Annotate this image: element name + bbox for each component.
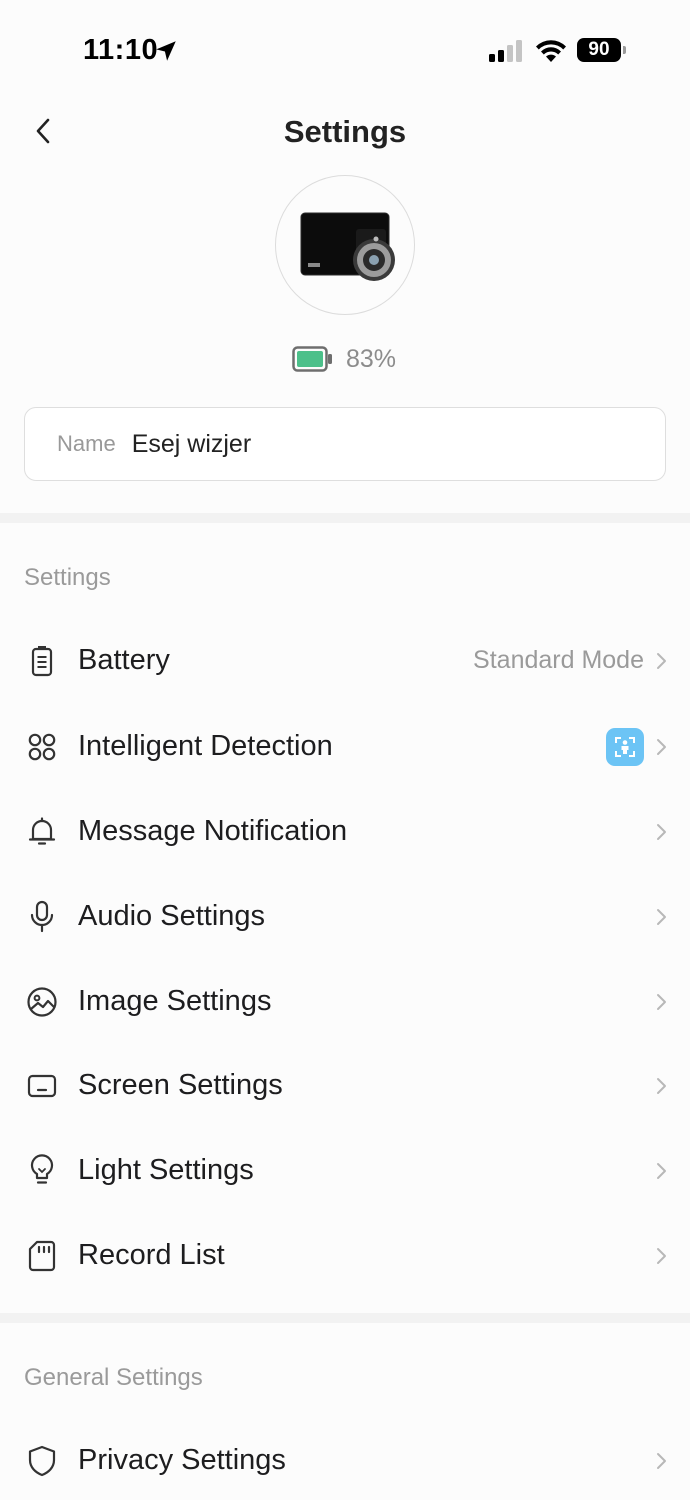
chevron-right-icon xyxy=(657,1247,666,1264)
name-value[interactable]: Esej wizjer xyxy=(132,430,251,459)
settings-row-message-notification[interactable]: Message Notification xyxy=(0,789,690,874)
image-icon xyxy=(26,986,58,1018)
name-field[interactable]: Name Esej wizjer xyxy=(24,407,666,481)
name-label: Name xyxy=(57,431,116,456)
row-label: Intelligent Detection xyxy=(78,730,333,762)
battery-icon xyxy=(26,645,58,677)
settings-row-image-settings[interactable]: Image Settings xyxy=(0,959,690,1044)
chevron-right-icon xyxy=(657,993,666,1010)
chevron-right-icon xyxy=(657,1452,666,1469)
status-time: 11:10 xyxy=(83,34,159,66)
row-label: Screen Settings xyxy=(78,1069,283,1101)
section-divider xyxy=(0,1313,690,1323)
settings-row-battery[interactable]: Battery Standard Mode xyxy=(0,618,690,703)
row-label: Record List xyxy=(78,1239,225,1271)
status-bar: 11:10 90 xyxy=(0,0,690,100)
chevron-right-icon xyxy=(657,823,666,840)
chevron-right-icon xyxy=(657,652,666,669)
cellular-signal-icon xyxy=(489,40,522,62)
sd-card-icon xyxy=(26,1240,58,1272)
screen-icon xyxy=(26,1070,58,1102)
lightbulb-icon xyxy=(26,1153,58,1187)
settings-row-light-settings[interactable]: Light Settings xyxy=(0,1128,690,1213)
chevron-right-icon xyxy=(657,1162,666,1179)
section-divider xyxy=(0,513,690,523)
wifi-icon xyxy=(536,40,566,62)
grid-icon xyxy=(26,731,58,763)
settings-row-privacy-settings[interactable]: Privacy Settings xyxy=(0,1418,690,1500)
battery-level-icon xyxy=(292,346,332,372)
row-label: Image Settings xyxy=(78,985,272,1017)
row-label: Message Notification xyxy=(78,815,348,847)
battery-mode-value: Standard Mode xyxy=(473,646,644,674)
page-title: Settings xyxy=(283,114,407,149)
row-label: Light Settings xyxy=(78,1154,254,1186)
section-title-settings: Settings xyxy=(24,564,111,591)
settings-row-intelligent-detection[interactable]: Intelligent Detection xyxy=(0,704,690,789)
chevron-right-icon xyxy=(657,908,666,925)
section-title-general: General Settings xyxy=(24,1364,203,1391)
shield-icon xyxy=(26,1445,58,1477)
location-arrow-icon xyxy=(156,41,176,61)
battery-percent: 83% xyxy=(346,344,397,373)
bell-icon xyxy=(26,816,58,848)
settings-row-audio-settings[interactable]: Audio Settings xyxy=(0,874,690,959)
chevron-right-icon xyxy=(657,1077,666,1094)
row-label: Battery xyxy=(78,644,170,676)
settings-row-record-list[interactable]: Record List xyxy=(0,1213,690,1298)
settings-row-screen-settings[interactable]: Screen Settings xyxy=(0,1043,690,1128)
row-label: Privacy Settings xyxy=(78,1444,286,1476)
row-label: Audio Settings xyxy=(78,900,266,932)
person-detect-icon xyxy=(606,727,644,766)
status-battery-level: 90 xyxy=(577,38,621,62)
microphone-icon xyxy=(26,900,58,933)
device-battery: 83% xyxy=(292,344,396,374)
status-battery-icon: 90 xyxy=(577,38,627,62)
chevron-right-icon xyxy=(657,738,666,755)
device-image xyxy=(300,212,395,281)
